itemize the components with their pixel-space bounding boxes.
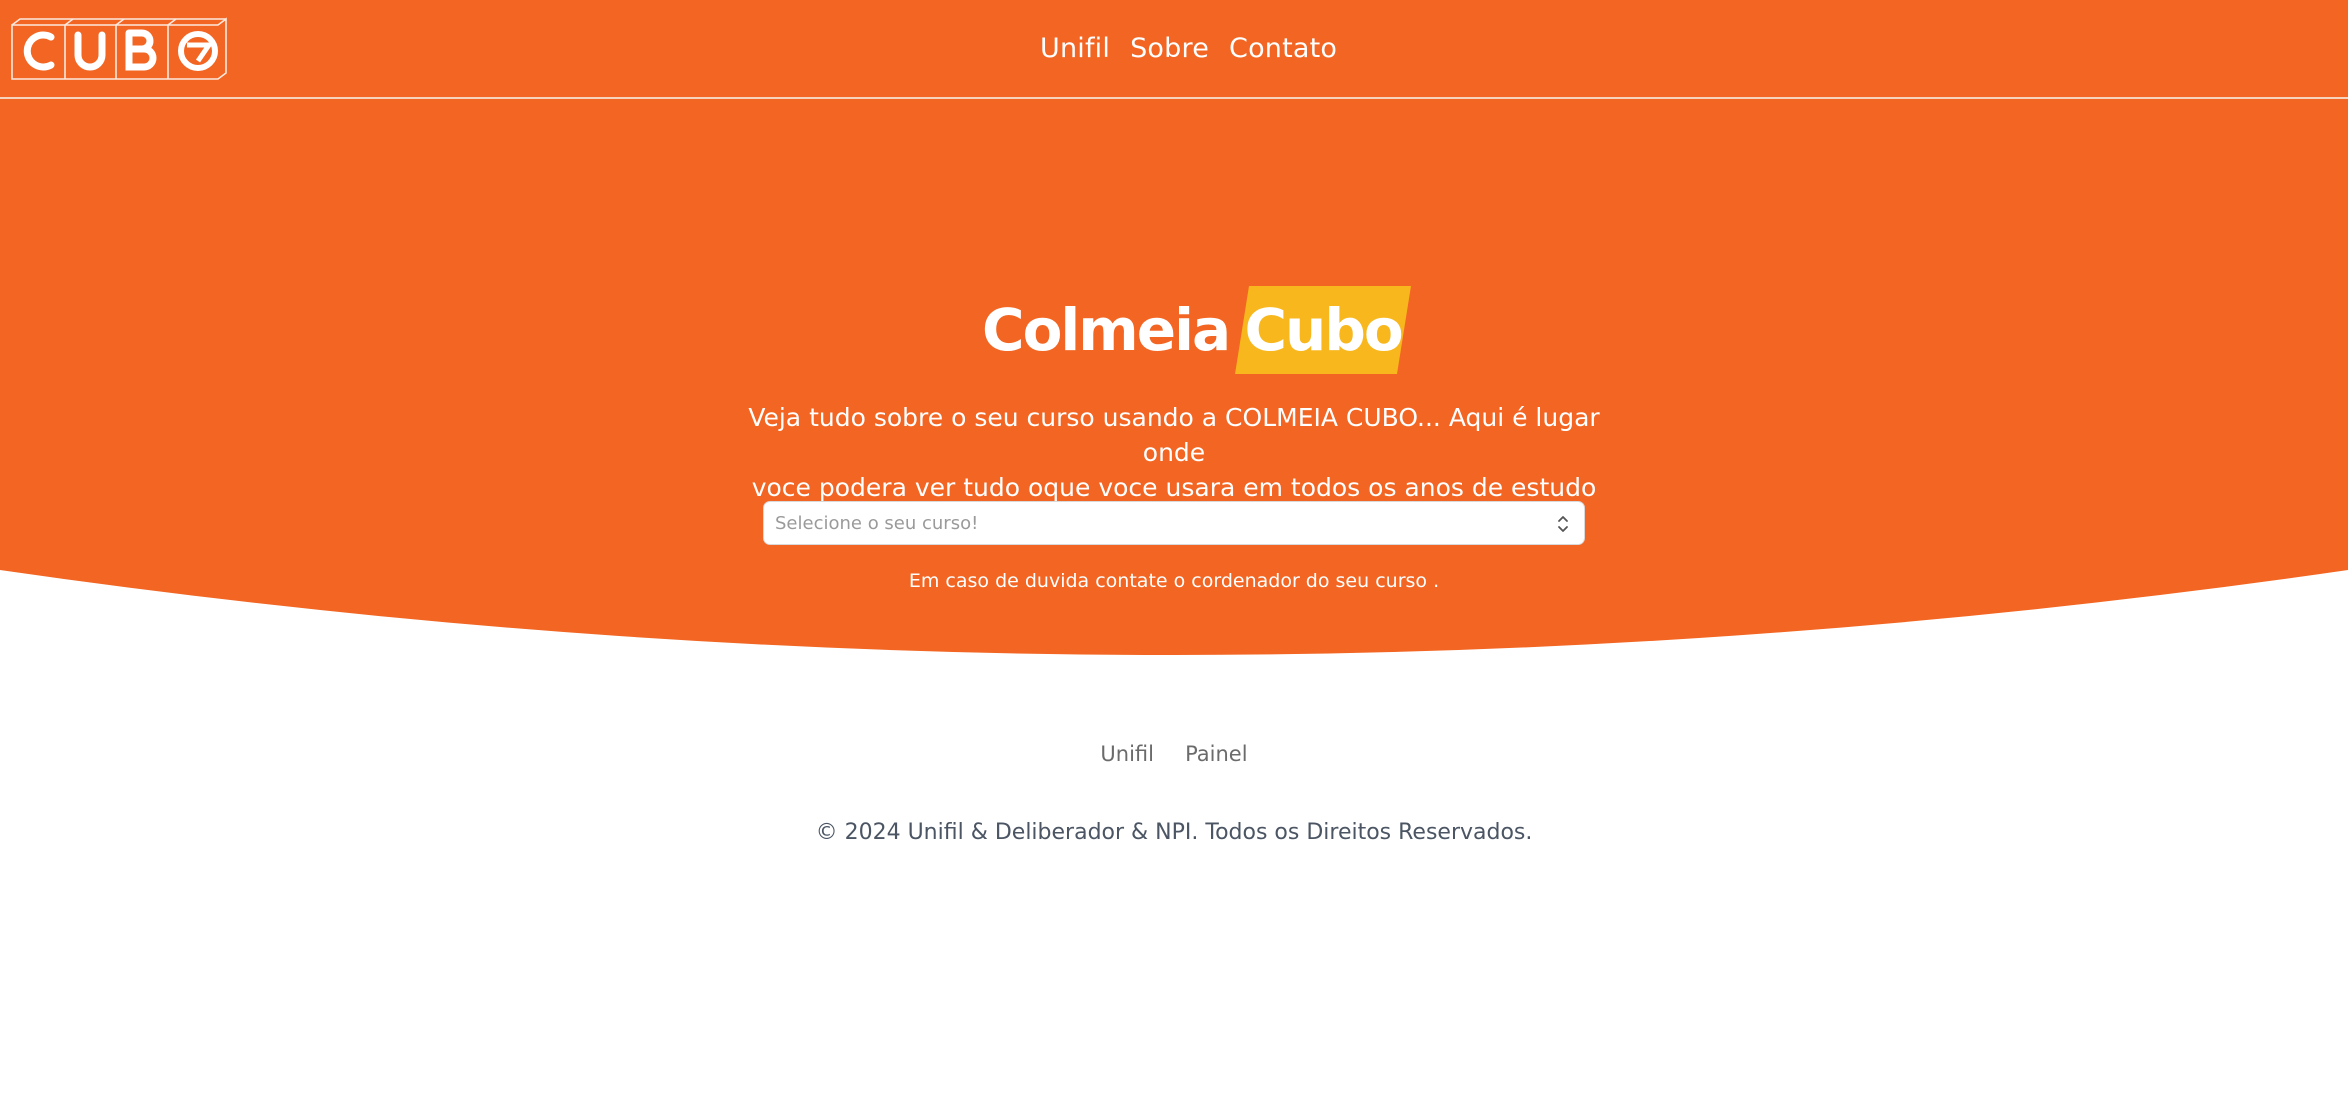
cubo-logo-mark bbox=[11, 17, 227, 80]
nav-link-contato[interactable]: Contato bbox=[1229, 33, 1337, 64]
nav-link-sobre[interactable]: Sobre bbox=[1130, 33, 1209, 64]
brand-cubo-text: Cubo bbox=[1244, 296, 1403, 364]
nav-link-unifil[interactable]: Unifil bbox=[1040, 33, 1110, 64]
footer-link-unifil[interactable]: Unifil bbox=[1100, 742, 1154, 766]
footer-link-painel[interactable]: Painel bbox=[1185, 742, 1248, 766]
header-divider bbox=[0, 97, 2348, 99]
site-header: Unifil Sobre Contato bbox=[0, 3, 2348, 98]
footer-nav: Unifil Painel bbox=[0, 742, 2348, 766]
colmeia-cubo-brand: Colmeia Cubo bbox=[982, 286, 1412, 374]
tagline-line-2: voce podera ver tudo oque voce usara em … bbox=[751, 473, 1597, 502]
tagline-line-1: Veja tudo sobre o seu curso usando a COL… bbox=[748, 403, 1600, 467]
hero-tagline: Veja tudo sobre o seu curso usando a COL… bbox=[720, 400, 1628, 505]
main-nav: Unifil Sobre Contato bbox=[1040, 33, 1337, 64]
brand-colmeia-text: Colmeia bbox=[982, 296, 1231, 364]
course-select-placeholder: Selecione o seu curso! bbox=[775, 513, 979, 534]
brand-cubo-badge: Cubo bbox=[1235, 286, 1412, 374]
cubo-logo[interactable] bbox=[8, 15, 233, 85]
course-select[interactable]: Selecione o seu curso! bbox=[763, 501, 1585, 545]
help-text: Em caso de duvida contate o cordenador d… bbox=[908, 570, 1440, 592]
chevron-up-down-icon bbox=[1556, 513, 1570, 535]
copyright-text: © 2024 Unifil & Deliberador & NPI. Todos… bbox=[815, 820, 1533, 845]
